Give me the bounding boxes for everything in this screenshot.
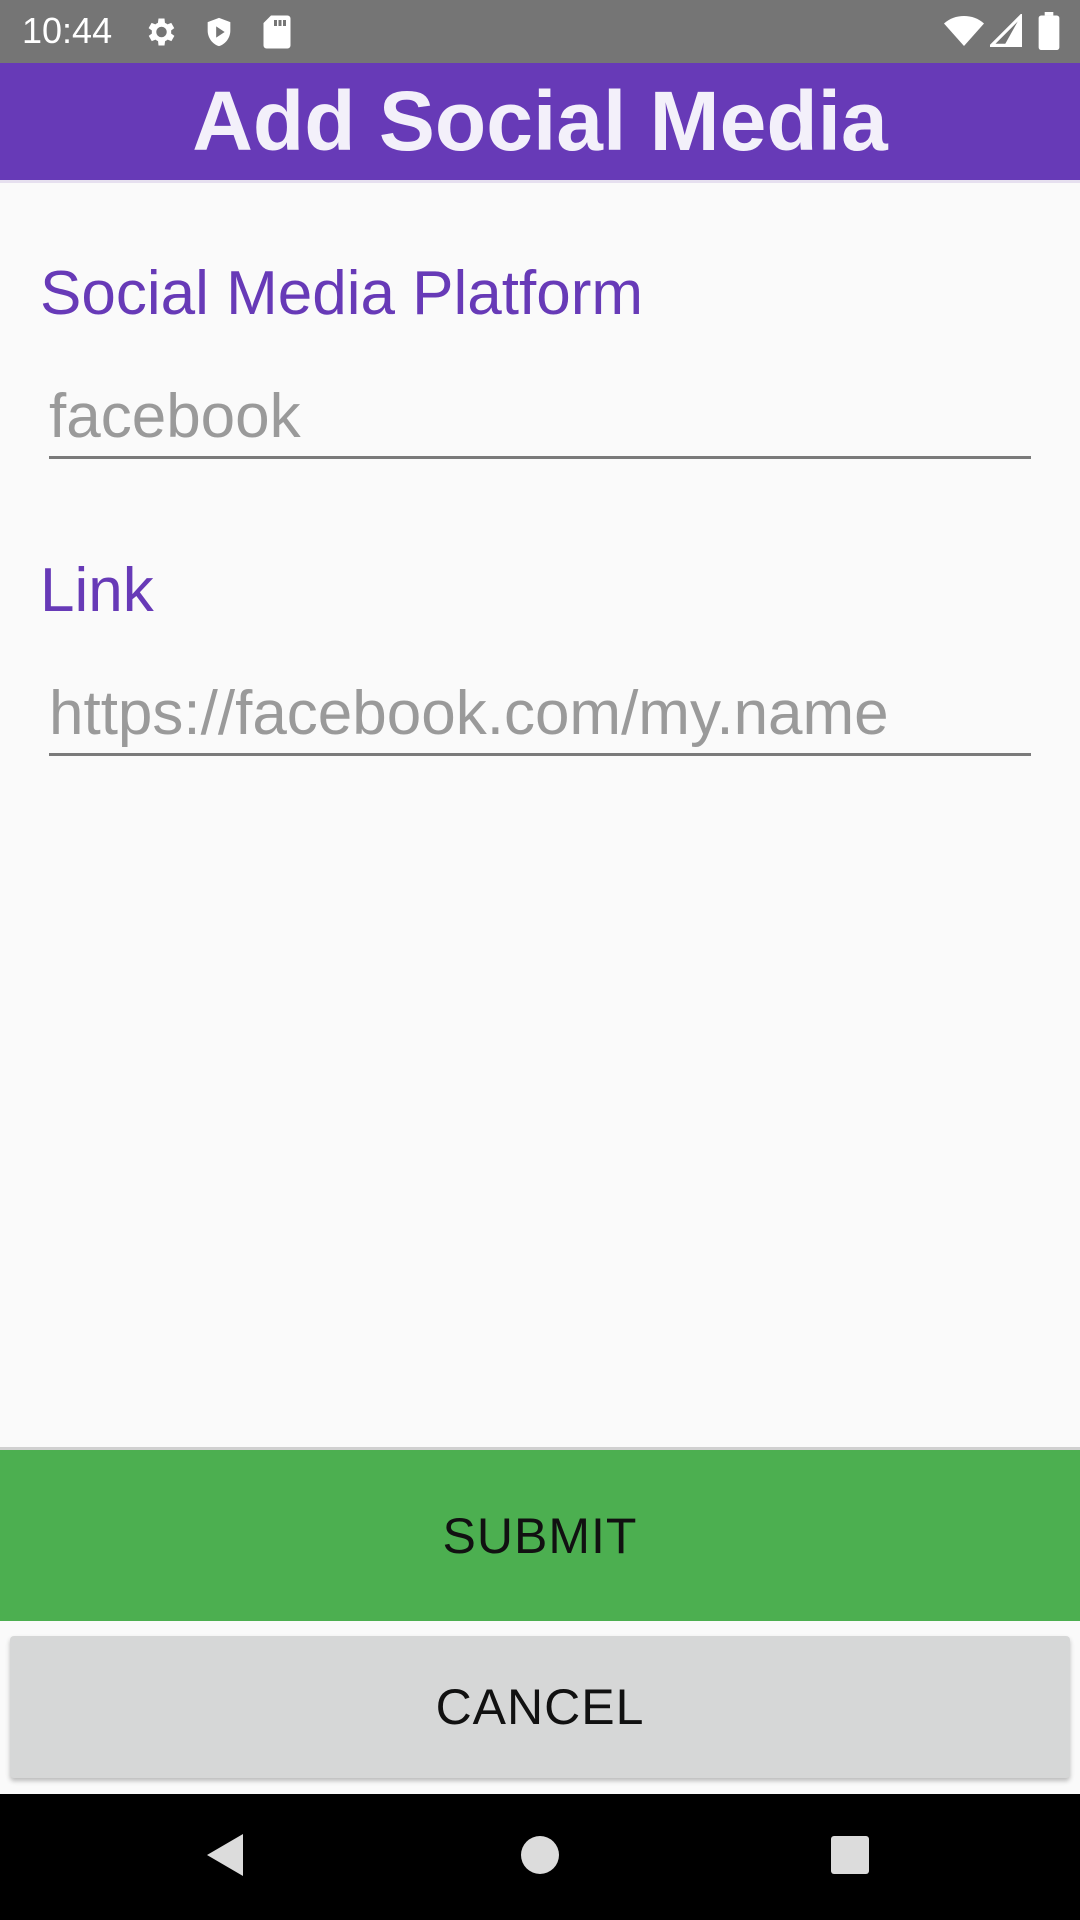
page-title: Add Social Media: [192, 74, 888, 168]
link-input[interactable]: [49, 674, 1031, 756]
navigation-bar: [0, 1794, 1080, 1920]
submit-button[interactable]: SUBMIT: [0, 1447, 1080, 1621]
battery-icon: [1038, 12, 1060, 55]
home-button[interactable]: [470, 1794, 610, 1920]
back-button[interactable]: [155, 1794, 295, 1920]
status-time: 10:44: [22, 10, 113, 51]
recents-icon: [830, 1835, 870, 1880]
back-icon: [205, 1832, 245, 1883]
platform-label: Social Media Platform: [40, 259, 644, 328]
wifi-icon: [944, 14, 984, 53]
gear-icon: [142, 14, 178, 55]
shield-icon: [202, 14, 236, 55]
recents-button[interactable]: [780, 1794, 920, 1920]
home-icon: [519, 1834, 561, 1881]
cell-signal-icon: [987, 12, 1022, 53]
status-bar: 10:44: [0, 0, 1080, 63]
app-bar: Add Social Media: [0, 63, 1080, 183]
link-label: Link: [40, 556, 154, 625]
cancel-button[interactable]: CANCEL: [10, 1636, 1070, 1778]
platform-input[interactable]: [49, 377, 1031, 459]
sd-card-icon: [262, 14, 292, 55]
